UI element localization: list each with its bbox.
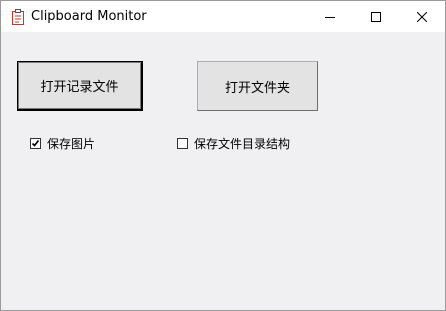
maximize-icon xyxy=(371,11,381,22)
minimize-icon xyxy=(325,16,335,18)
close-icon xyxy=(417,11,427,22)
checkbox-box[interactable] xyxy=(177,137,188,149)
title-bar[interactable]: Clipboard Monitor xyxy=(1,1,445,32)
clipboard-icon xyxy=(11,9,25,25)
maximize-button[interactable] xyxy=(353,1,399,32)
minimize-button[interactable] xyxy=(307,1,353,32)
save-dir-structure-checkbox[interactable]: 保存文件目录结构 xyxy=(177,135,290,151)
open-log-file-button[interactable]: 打开记录文件 xyxy=(17,61,143,111)
main-window: Clipboard Monitor 打开记录文件 打开文件夹 保存图片 保存文件… xyxy=(0,0,446,311)
window-title: Clipboard Monitor xyxy=(31,9,147,24)
checkbox-box[interactable] xyxy=(30,137,41,149)
open-folder-button[interactable]: 打开文件夹 xyxy=(197,61,318,111)
close-button[interactable] xyxy=(399,1,445,32)
checkmark-icon xyxy=(31,139,40,147)
save-images-checkbox[interactable]: 保存图片 xyxy=(30,135,95,151)
save-images-label: 保存图片 xyxy=(47,136,96,151)
client-area: 打开记录文件 打开文件夹 保存图片 保存文件目录结构 xyxy=(1,32,445,310)
save-dir-structure-label: 保存文件目录结构 xyxy=(194,136,291,151)
